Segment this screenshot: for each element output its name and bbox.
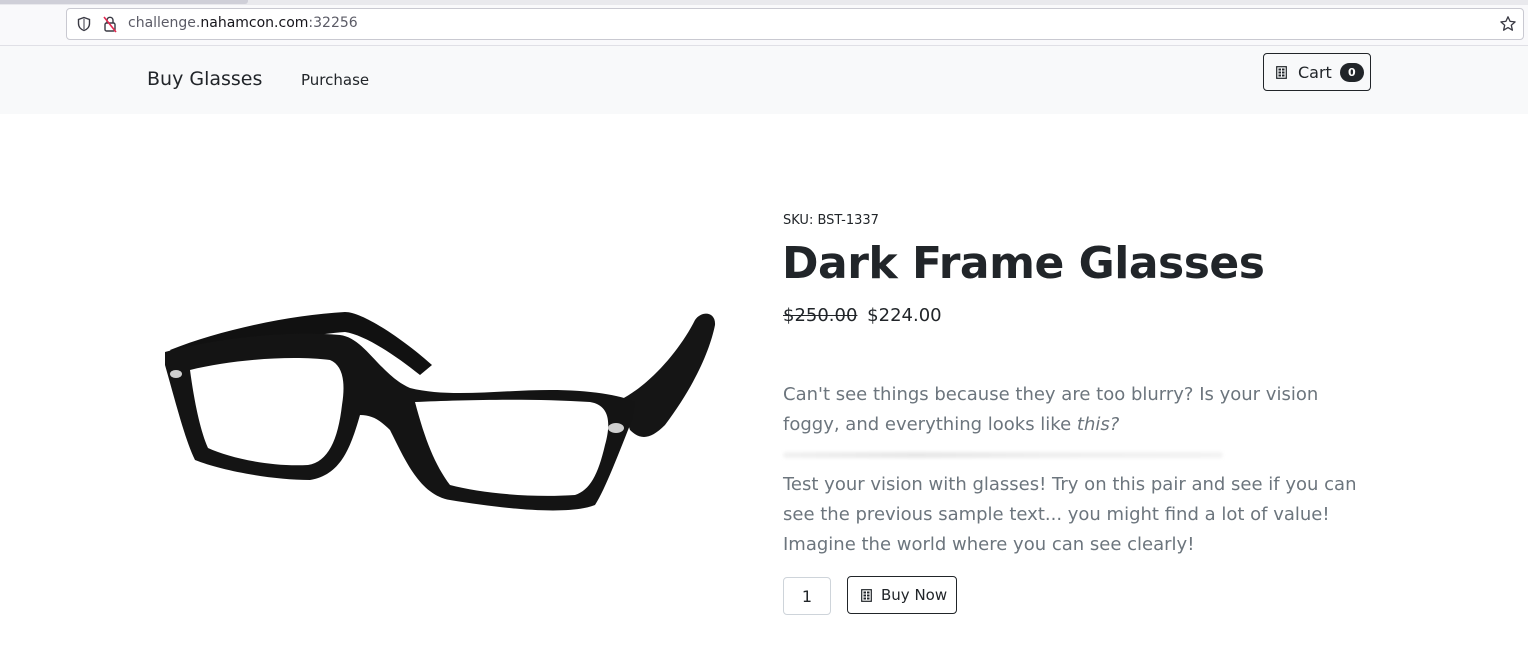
brand-link[interactable]: Buy Glasses: [147, 68, 262, 90]
site-navbar: Buy Glasses Purchase Cart 0: [0, 46, 1528, 114]
description-1-text: Can't see things because they are too bl…: [783, 384, 1319, 435]
cart-label: Cart: [1298, 62, 1332, 82]
sale-price: $224.00: [867, 305, 942, 326]
insecure-lock-icon[interactable]: [102, 15, 118, 33]
buy-now-label: Buy Now: [881, 586, 948, 604]
shield-icon[interactable]: [76, 16, 92, 32]
url-host: nahamcon.com: [200, 15, 309, 31]
original-price: $250.00: [783, 305, 858, 326]
product-description-1: Can't see things because they are too bl…: [783, 380, 1373, 440]
address-bar[interactable]: challenge.nahamcon.com:32256: [66, 8, 1524, 40]
active-tab-indicator[interactable]: [0, 0, 248, 4]
product-description-2: Test your vision with glasses! Try on th…: [783, 474, 1357, 555]
cart-button[interactable]: Cart 0: [1263, 53, 1371, 91]
product-sku: SKU: BST-1337: [783, 213, 879, 228]
description-1-emphasis: this?: [1076, 414, 1120, 435]
product-title: Dark Frame Glasses: [782, 238, 1265, 289]
quantity-input[interactable]: [783, 577, 831, 615]
cart-icon: [1276, 65, 1287, 79]
url-prefix: challenge.: [128, 15, 201, 31]
nav-purchase-link[interactable]: Purchase: [301, 71, 369, 89]
cart-count-badge: 0: [1339, 62, 1364, 82]
browser-toolbar: challenge.nahamcon.com:32256: [0, 0, 1528, 46]
star-icon[interactable]: [1499, 15, 1517, 33]
cart-icon: [861, 588, 872, 602]
url-text[interactable]: challenge.nahamcon.com:32256: [128, 15, 358, 31]
buy-now-button[interactable]: Buy Now: [847, 576, 957, 614]
product-price: $250.00 $224.00: [783, 305, 942, 326]
url-port: :32256: [308, 15, 358, 31]
product-image: [165, 312, 716, 511]
blurred-sample-text: [783, 452, 1223, 458]
